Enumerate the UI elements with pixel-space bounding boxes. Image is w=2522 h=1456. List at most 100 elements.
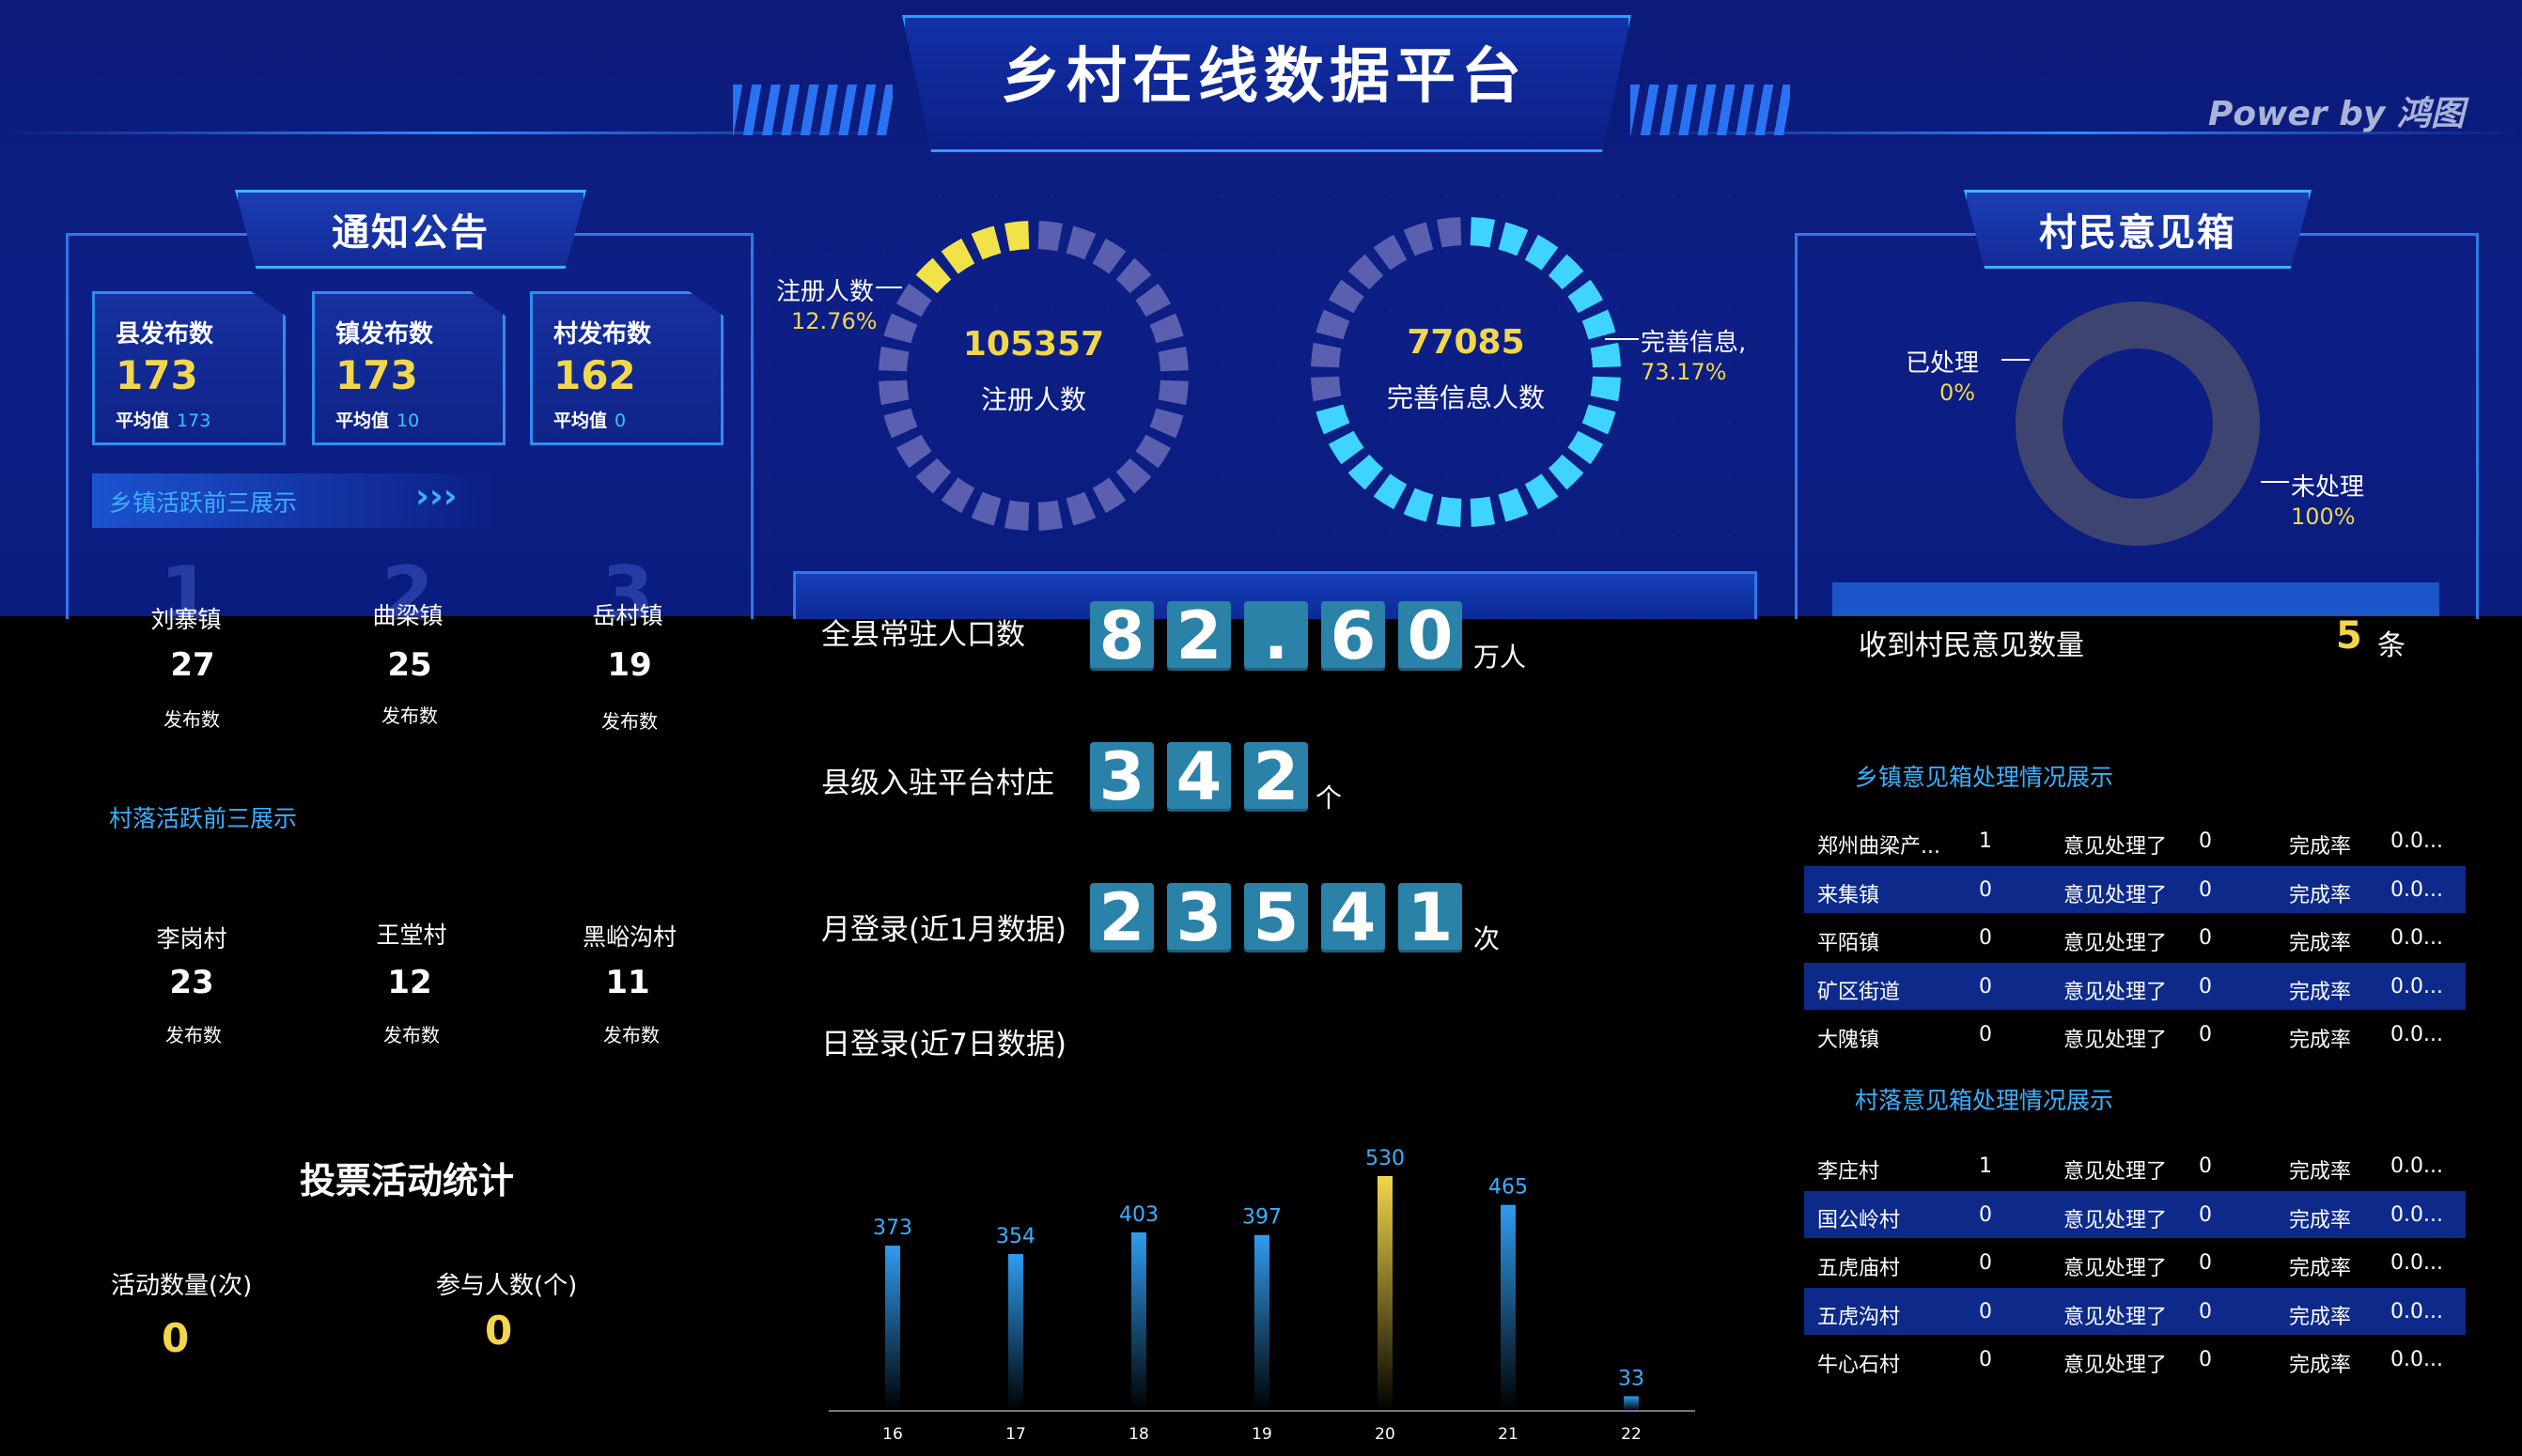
row-name: 郑州曲梁产... [1817, 835, 1940, 859]
row-proc-label: 意见处理了 [2063, 1354, 2168, 1377]
ring-segment [1498, 222, 1529, 256]
row-rate-value: 0.0... [2390, 1348, 2443, 1371]
row-rate-label: 完成率 [2289, 1029, 2352, 1052]
town-card-value: 173 [335, 352, 418, 398]
ring-segment [1470, 496, 1496, 527]
bar-value-label: 373 [873, 1216, 912, 1240]
digit: 3 [1167, 879, 1231, 956]
processed-leader-line [2001, 359, 2030, 361]
row-count: 0 [1979, 1251, 1992, 1275]
vote-count-label: 活动数量(次) [111, 1272, 253, 1300]
unprocessed-label: 未处理 [2291, 473, 2365, 502]
village-rank-3-name: 黑峪沟村 [582, 923, 677, 951]
ring-segment [1548, 454, 1584, 490]
village-rank-1-name: 李岗村 [156, 925, 227, 953]
town-rank-1-value: 27 [170, 646, 215, 684]
row-rate-label: 完成率 [2289, 1305, 2352, 1329]
ring-segment [1311, 342, 1342, 368]
villages-label: 县级入驻平台村庄 [821, 767, 1054, 800]
row-name: 大隗镇 [1817, 1029, 1880, 1052]
ring-segment [1347, 254, 1384, 290]
population-digits: 8 2 . 6 0 [1090, 597, 1462, 674]
opinion-title: 村民意见箱 [2039, 211, 2236, 255]
county-card-label: 县发布数 [116, 320, 214, 349]
ring-segment [1066, 491, 1097, 526]
arrows-icon: ››› [415, 477, 458, 516]
digit: 2 [1090, 879, 1154, 956]
row-proc-label: 意见处理了 [2063, 980, 2168, 1004]
info-side-pct: 73.17% [1641, 359, 1727, 385]
header-stripes-right [1630, 85, 1790, 135]
ring-segment [971, 491, 1002, 526]
ring-segment [895, 434, 932, 469]
town-rank-3-sub: 发布数 [601, 710, 658, 733]
town-card-label: 镇发布数 [335, 320, 434, 349]
processed-label: 已处理 [1906, 349, 1980, 378]
population-label: 全县常驻人口数 [821, 618, 1025, 652]
register-side-pct: 12.76% [791, 308, 878, 334]
ring-segment [971, 225, 1002, 260]
row-proc-label: 意见处理了 [2063, 835, 2168, 859]
notice-panel-header: 通知公告 [235, 190, 586, 269]
register-ring [879, 221, 1189, 531]
row-rate-value: 0.0... [2390, 829, 2443, 853]
daily-login-title: 日登录(近7日数据) [821, 1028, 1066, 1061]
ring-segment [1115, 457, 1152, 494]
row-name: 牛心石村 [1817, 1354, 1901, 1377]
received-value: 5 [2336, 614, 2362, 658]
town-rank-3-value: 19 [607, 646, 652, 684]
ring-segment [1347, 454, 1384, 490]
ring-segment [1373, 473, 1408, 510]
row-proc-value: 0 [2199, 1251, 2212, 1275]
register-leader-line [876, 287, 902, 288]
row-count: 0 [1979, 926, 1992, 950]
power-by-label: Power by 鸿图 [2208, 95, 2465, 133]
ring-segment [1524, 234, 1559, 271]
row-proc-value: 0 [2199, 1348, 2212, 1371]
opinion-donut [2016, 302, 2260, 546]
ring-segment [895, 283, 932, 318]
row-proc-value: 0 [2199, 1202, 2212, 1227]
town-card: 镇发布数 173 平均值 10 [312, 291, 506, 445]
bar-value-label: 397 [1242, 1206, 1282, 1230]
row-proc-label: 意见处理了 [2063, 1160, 2168, 1184]
bar [1501, 1204, 1516, 1411]
info-value: 77085 [1407, 323, 1525, 362]
ring-segment [1037, 500, 1064, 531]
row-proc-value: 0 [2199, 926, 2212, 950]
row-name: 李庄村 [1817, 1160, 1880, 1184]
row-count: 0 [1979, 1023, 1992, 1046]
x-tick-label: 20 [1375, 1425, 1395, 1444]
digit: 3 [1090, 738, 1154, 815]
village-rank-2-sub: 发布数 [383, 1024, 440, 1046]
ring-segment [1498, 488, 1529, 522]
ring-segment [1066, 225, 1097, 260]
bar-value-label: 530 [1365, 1147, 1405, 1170]
row-rate-value: 0.0... [2390, 1023, 2443, 1046]
table-row: 五虎沟村 0 意见处理了 0 完成率 0.0... [1804, 1287, 2466, 1335]
ring-segment [1135, 434, 1172, 469]
vote-people-value: 0 [485, 1308, 513, 1354]
ring-segment [1590, 376, 1621, 402]
population-unit: 万人 [1473, 642, 1527, 673]
row-name: 五虎沟村 [1817, 1305, 1901, 1329]
bar [1624, 1396, 1639, 1411]
row-rate-label: 完成率 [2289, 883, 2352, 907]
row-proc-label: 意见处理了 [2063, 883, 2168, 907]
row-count: 0 [1979, 877, 1992, 902]
row-rate-value: 0.0... [2390, 877, 2443, 902]
unprocessed-pct: 100% [2291, 503, 2356, 530]
digit: 0 [1398, 597, 1462, 674]
ring-segment [1092, 477, 1127, 514]
row-count: 0 [1979, 1299, 1992, 1324]
digit: 6 [1321, 597, 1385, 674]
register-value: 105357 [962, 325, 1105, 364]
row-rate-value: 0.0... [2390, 926, 2443, 950]
ring-segment [1158, 379, 1189, 406]
ring-segment [879, 379, 910, 406]
row-name: 国公岭村 [1817, 1208, 1901, 1232]
row-name: 平陌镇 [1817, 932, 1880, 955]
opinion-panel-header: 村民意见箱 [1964, 190, 2312, 269]
row-count: 0 [1979, 1202, 1992, 1227]
row-rate-value: 0.0... [2390, 1202, 2443, 1227]
